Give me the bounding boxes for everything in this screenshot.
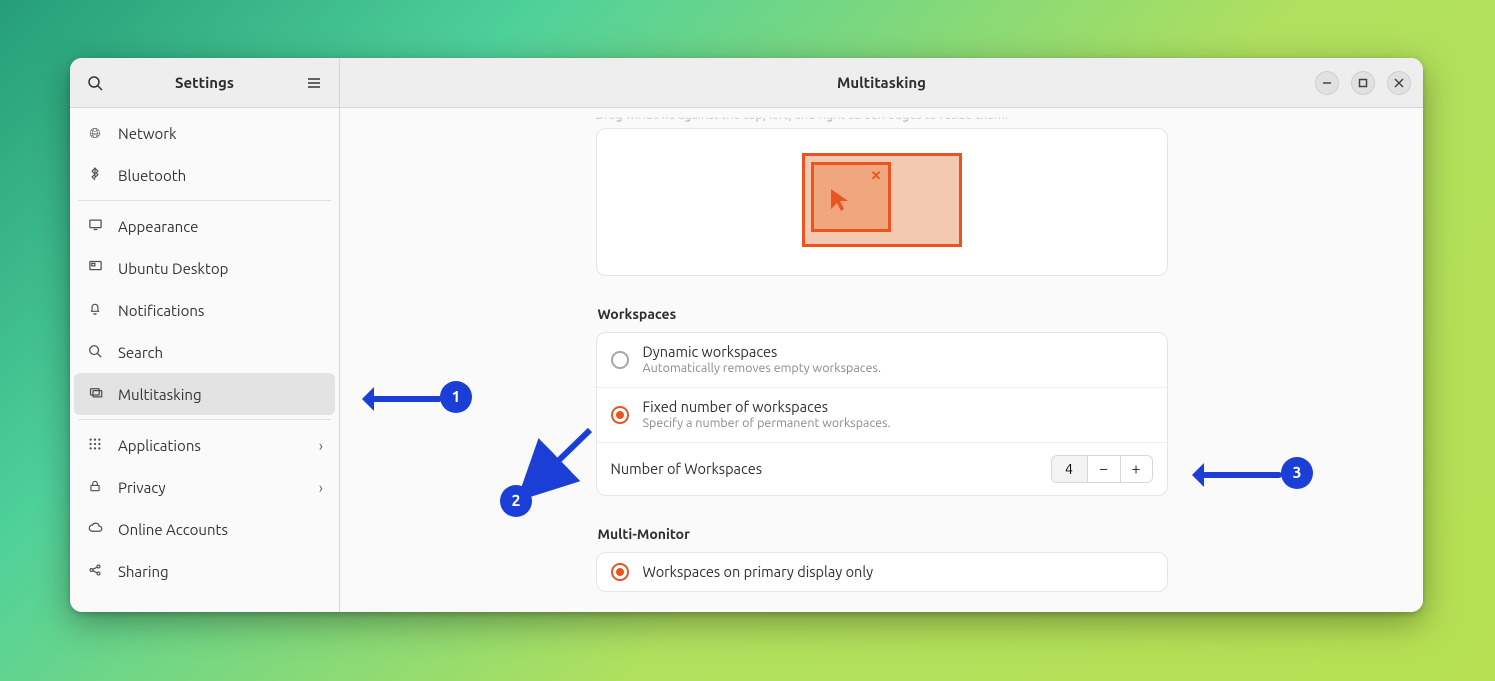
workspaces-count-label: Number of Workspaces — [611, 460, 1037, 477]
sidebar-header: Settings — [70, 58, 339, 108]
decrement-button[interactable]: − — [1088, 456, 1120, 482]
sidebar-item-online-accounts[interactable]: Online Accounts — [74, 508, 335, 550]
hamburger-icon[interactable] — [301, 70, 327, 96]
sidebar-item-label: Online Accounts — [118, 521, 228, 538]
window-controls — [1315, 71, 1411, 95]
minimize-button[interactable] — [1315, 71, 1339, 95]
row-label: Workspaces on primary display only — [643, 563, 874, 581]
grid-icon — [86, 437, 104, 454]
chevron-right-icon: › — [319, 479, 323, 496]
row-label: Dynamic workspaces — [643, 343, 881, 361]
sidebar-item-sharing[interactable]: Sharing — [74, 550, 335, 592]
workspaces-count-spinner: 4 − + — [1051, 455, 1153, 483]
desktop-icon — [86, 259, 104, 277]
sidebar-item-label: Appearance — [118, 218, 198, 235]
sidebar: Settings 🌐︎ Network Bluetooth — [70, 58, 340, 612]
workspaces-section-title: Workspaces — [598, 306, 1168, 322]
sidebar-item-bluetooth[interactable]: Bluetooth — [74, 154, 335, 196]
edge-hint-text: Drag windows against the top, left, and … — [596, 108, 1168, 122]
row-sublabel: Specify a number of permanent workspaces… — [643, 416, 891, 432]
workspaces-fixed-row[interactable]: Fixed number of workspaces Specify a num… — [597, 387, 1167, 442]
radio-dynamic-workspaces[interactable] — [611, 351, 629, 369]
cursor-icon — [828, 187, 852, 218]
sidebar-item-label: Multitasking — [118, 386, 202, 403]
row-sublabel: Automatically removes empty workspaces. — [643, 361, 881, 377]
sidebar-separator — [78, 200, 331, 201]
multimonitor-section-title: Multi-Monitor — [598, 526, 1168, 542]
edge-tiling-illustration: ✕ — [802, 153, 962, 247]
main-body[interactable]: Drag windows against the top, left, and … — [340, 108, 1423, 612]
sidebar-item-label: Privacy — [118, 479, 166, 496]
radio-fixed-workspaces[interactable] — [611, 406, 629, 424]
lock-icon — [86, 479, 104, 496]
maximize-button[interactable] — [1351, 71, 1375, 95]
sidebar-title: Settings — [108, 74, 301, 91]
workspaces-count-row: Number of Workspaces 4 − + — [597, 442, 1167, 495]
increment-button[interactable]: + — [1120, 456, 1152, 482]
sidebar-item-notifications[interactable]: Notifications — [74, 289, 335, 331]
sidebar-list: 🌐︎ Network Bluetooth Appearance — [70, 108, 339, 612]
bluetooth-icon — [86, 167, 104, 184]
search-icon[interactable] — [82, 70, 108, 96]
multimonitor-primary-row[interactable]: Workspaces on primary display only — [597, 553, 1167, 591]
sidebar-item-label: Search — [118, 344, 163, 361]
workspaces-dynamic-row[interactable]: Dynamic workspaces Automatically removes… — [597, 333, 1167, 387]
sidebar-separator — [78, 419, 331, 420]
cloud-icon — [86, 520, 104, 538]
main-header: Multitasking — [340, 58, 1423, 108]
sidebar-item-appearance[interactable]: Appearance — [74, 205, 335, 247]
workspaces-count-value[interactable]: 4 — [1052, 456, 1088, 482]
edge-tiling-illustration-panel: ✕ — [596, 128, 1168, 276]
sidebar-item-label: Ubuntu Desktop — [118, 260, 228, 277]
sidebar-item-label: Network — [118, 125, 177, 142]
sidebar-item-applications[interactable]: Applications › — [74, 424, 335, 466]
row-label: Fixed number of workspaces — [643, 398, 891, 416]
sidebar-item-label: Notifications — [118, 302, 204, 319]
multitasking-icon — [86, 385, 104, 403]
sidebar-item-ubuntu-desktop[interactable]: Ubuntu Desktop — [74, 247, 335, 289]
search-icon — [86, 344, 104, 361]
sidebar-item-network[interactable]: 🌐︎ Network — [74, 112, 335, 154]
multimonitor-panel: Workspaces on primary display only — [596, 552, 1168, 592]
workspaces-panel: Dynamic workspaces Automatically removes… — [596, 332, 1168, 496]
settings-window: Settings 🌐︎ Network Bluetooth — [70, 58, 1423, 612]
sidebar-item-privacy[interactable]: Privacy › — [74, 466, 335, 508]
page-title: Multitasking — [340, 74, 1423, 91]
sidebar-item-multitasking[interactable]: Multitasking — [74, 373, 335, 415]
globe-icon: 🌐︎ — [86, 125, 104, 142]
bell-icon — [86, 302, 104, 319]
main-pane: Multitasking Drag windows against the to… — [340, 58, 1423, 612]
chevron-right-icon: › — [319, 437, 323, 454]
sidebar-item-search[interactable]: Search — [74, 331, 335, 373]
display-icon — [86, 217, 104, 235]
radio-primary-display-only[interactable] — [611, 563, 629, 581]
close-button[interactable] — [1387, 71, 1411, 95]
sidebar-item-label: Applications — [118, 437, 201, 454]
share-icon — [86, 563, 104, 580]
sidebar-item-label: Bluetooth — [118, 167, 186, 184]
sidebar-item-label: Sharing — [118, 563, 169, 580]
close-icon: ✕ — [871, 169, 882, 184]
